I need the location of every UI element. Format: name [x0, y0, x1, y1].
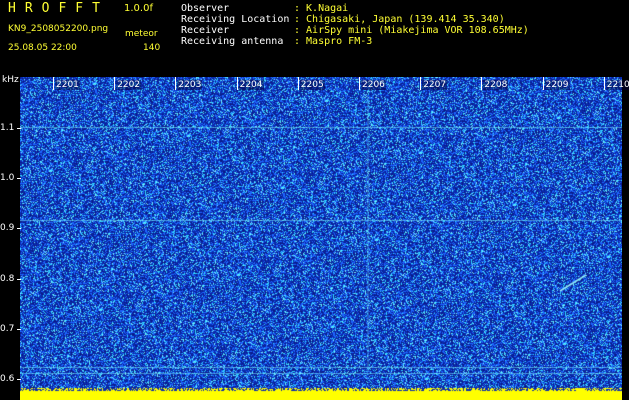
file-name: KN9_2508052200.png: [8, 24, 109, 34]
mode-label: meteor: [125, 29, 158, 39]
info-label: Receiving Location: [181, 14, 290, 25]
info-value: : AirSpy mini (Miakejima VOR 108.65MHz): [294, 25, 529, 36]
info-value: : K.Nagai: [294, 3, 349, 14]
x-tick-mark: [542, 77, 544, 90]
info-row-receiver: Receiver : AirSpy mini (Miakejima VOR 10…: [181, 25, 529, 36]
x-tick-label: 2202: [116, 80, 142, 90]
x-tick-mark: [297, 77, 299, 90]
x-tick-label: 2204: [238, 80, 264, 90]
x-tick-label: 2206: [361, 80, 386, 90]
date-time: 25.08.05 22:00: [8, 43, 77, 53]
y-tick-mark: [17, 128, 21, 129]
x-tick-label: 2209: [544, 80, 570, 90]
app-name: HROFFT: [8, 1, 109, 16]
y-tick-label: 1.0: [0, 173, 15, 184]
x-tick-label: 2207: [422, 80, 448, 90]
x-tick-label: 2205: [299, 80, 325, 90]
y-tick-mark: [17, 278, 21, 280]
x-tick-label: 2201: [55, 80, 80, 90]
y-tick-mark: [17, 228, 21, 230]
count-value: 140: [143, 43, 161, 53]
info-row-antenna: Receiving antenna : Maspro FM-3: [181, 36, 529, 47]
y-tick-label: 1.1: [0, 123, 15, 133]
spectrogram-plot: [20, 77, 622, 400]
y-tick-label: 0.9: [0, 223, 15, 234]
x-tick-label: 2208: [483, 80, 509, 90]
y-axis-unit: kHz: [2, 75, 19, 85]
y-tick-mark: [17, 178, 21, 180]
y-tick-label: 0.6: [0, 374, 15, 384]
y-tick-mark: [17, 379, 21, 380]
x-tick-mark: [53, 77, 54, 90]
info-label: Receiver: [181, 25, 230, 36]
info-value: : Chigasaki, Japan (139.414 35.340): [294, 14, 505, 25]
info-label: Observer: [181, 3, 230, 14]
observation-info: Observer : K.Nagai Receiving Location : …: [181, 3, 529, 47]
x-tick-mark: [175, 77, 177, 90]
spectrogram-canvas: [20, 77, 622, 400]
x-tick-mark: [114, 77, 116, 90]
info-row-location: Receiving Location : Chigasaki, Japan (1…: [181, 14, 529, 25]
x-tick-mark: [359, 77, 360, 90]
x-tick-label: 2203: [177, 80, 203, 90]
x-tick-mark: [236, 77, 238, 90]
info-value: : Maspro FM-3: [294, 36, 373, 47]
x-tick-mark: [481, 77, 483, 90]
y-tick-mark: [17, 328, 21, 330]
x-tick-label: 2210: [605, 80, 629, 90]
y-tick-label: 0.8: [0, 273, 15, 284]
info-row-observer: Observer : K.Nagai: [181, 3, 529, 14]
info-label: Receiving antenna: [181, 36, 284, 47]
version-label: 1.0.0f: [124, 3, 153, 14]
y-tick-label: 0.7: [0, 323, 15, 334]
x-tick-mark: [420, 77, 422, 90]
x-tick-mark: [603, 77, 605, 90]
